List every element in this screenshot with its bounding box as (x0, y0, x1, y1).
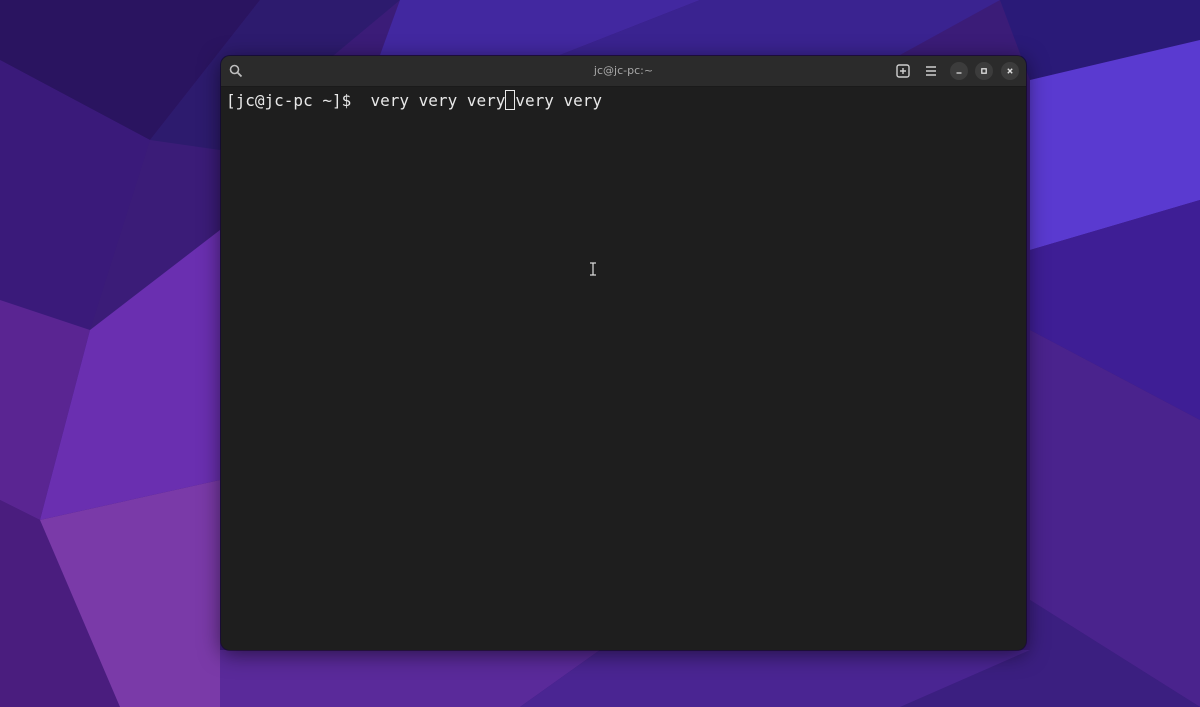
command-text-before-cursor: very very very (370, 91, 506, 110)
command-text-after-cursor: very very (515, 91, 603, 110)
search-icon[interactable] (228, 63, 244, 79)
headerbar[interactable]: jc@jc-pc:~ (221, 56, 1026, 87)
maximize-icon (981, 68, 987, 74)
minimize-button[interactable] (950, 62, 968, 80)
terminal-window[interactable]: jc@jc-pc:~ [jc@jc-pc ~]$ very very very … (221, 56, 1026, 650)
new-tab-icon[interactable] (895, 63, 911, 79)
minimize-icon (956, 72, 962, 74)
shell-prompt: [jc@jc-pc ~]$ (226, 91, 371, 110)
text-cursor (505, 90, 516, 110)
close-button[interactable] (1001, 62, 1019, 80)
hamburger-menu-icon[interactable] (923, 63, 939, 79)
maximize-button[interactable] (975, 62, 993, 80)
ibeam-pointer-icon (590, 262, 596, 276)
close-icon (1007, 68, 1013, 74)
terminal-output[interactable]: [jc@jc-pc ~]$ very very very very very (221, 87, 1026, 650)
command-line: [jc@jc-pc ~]$ very very very very very (226, 89, 602, 113)
